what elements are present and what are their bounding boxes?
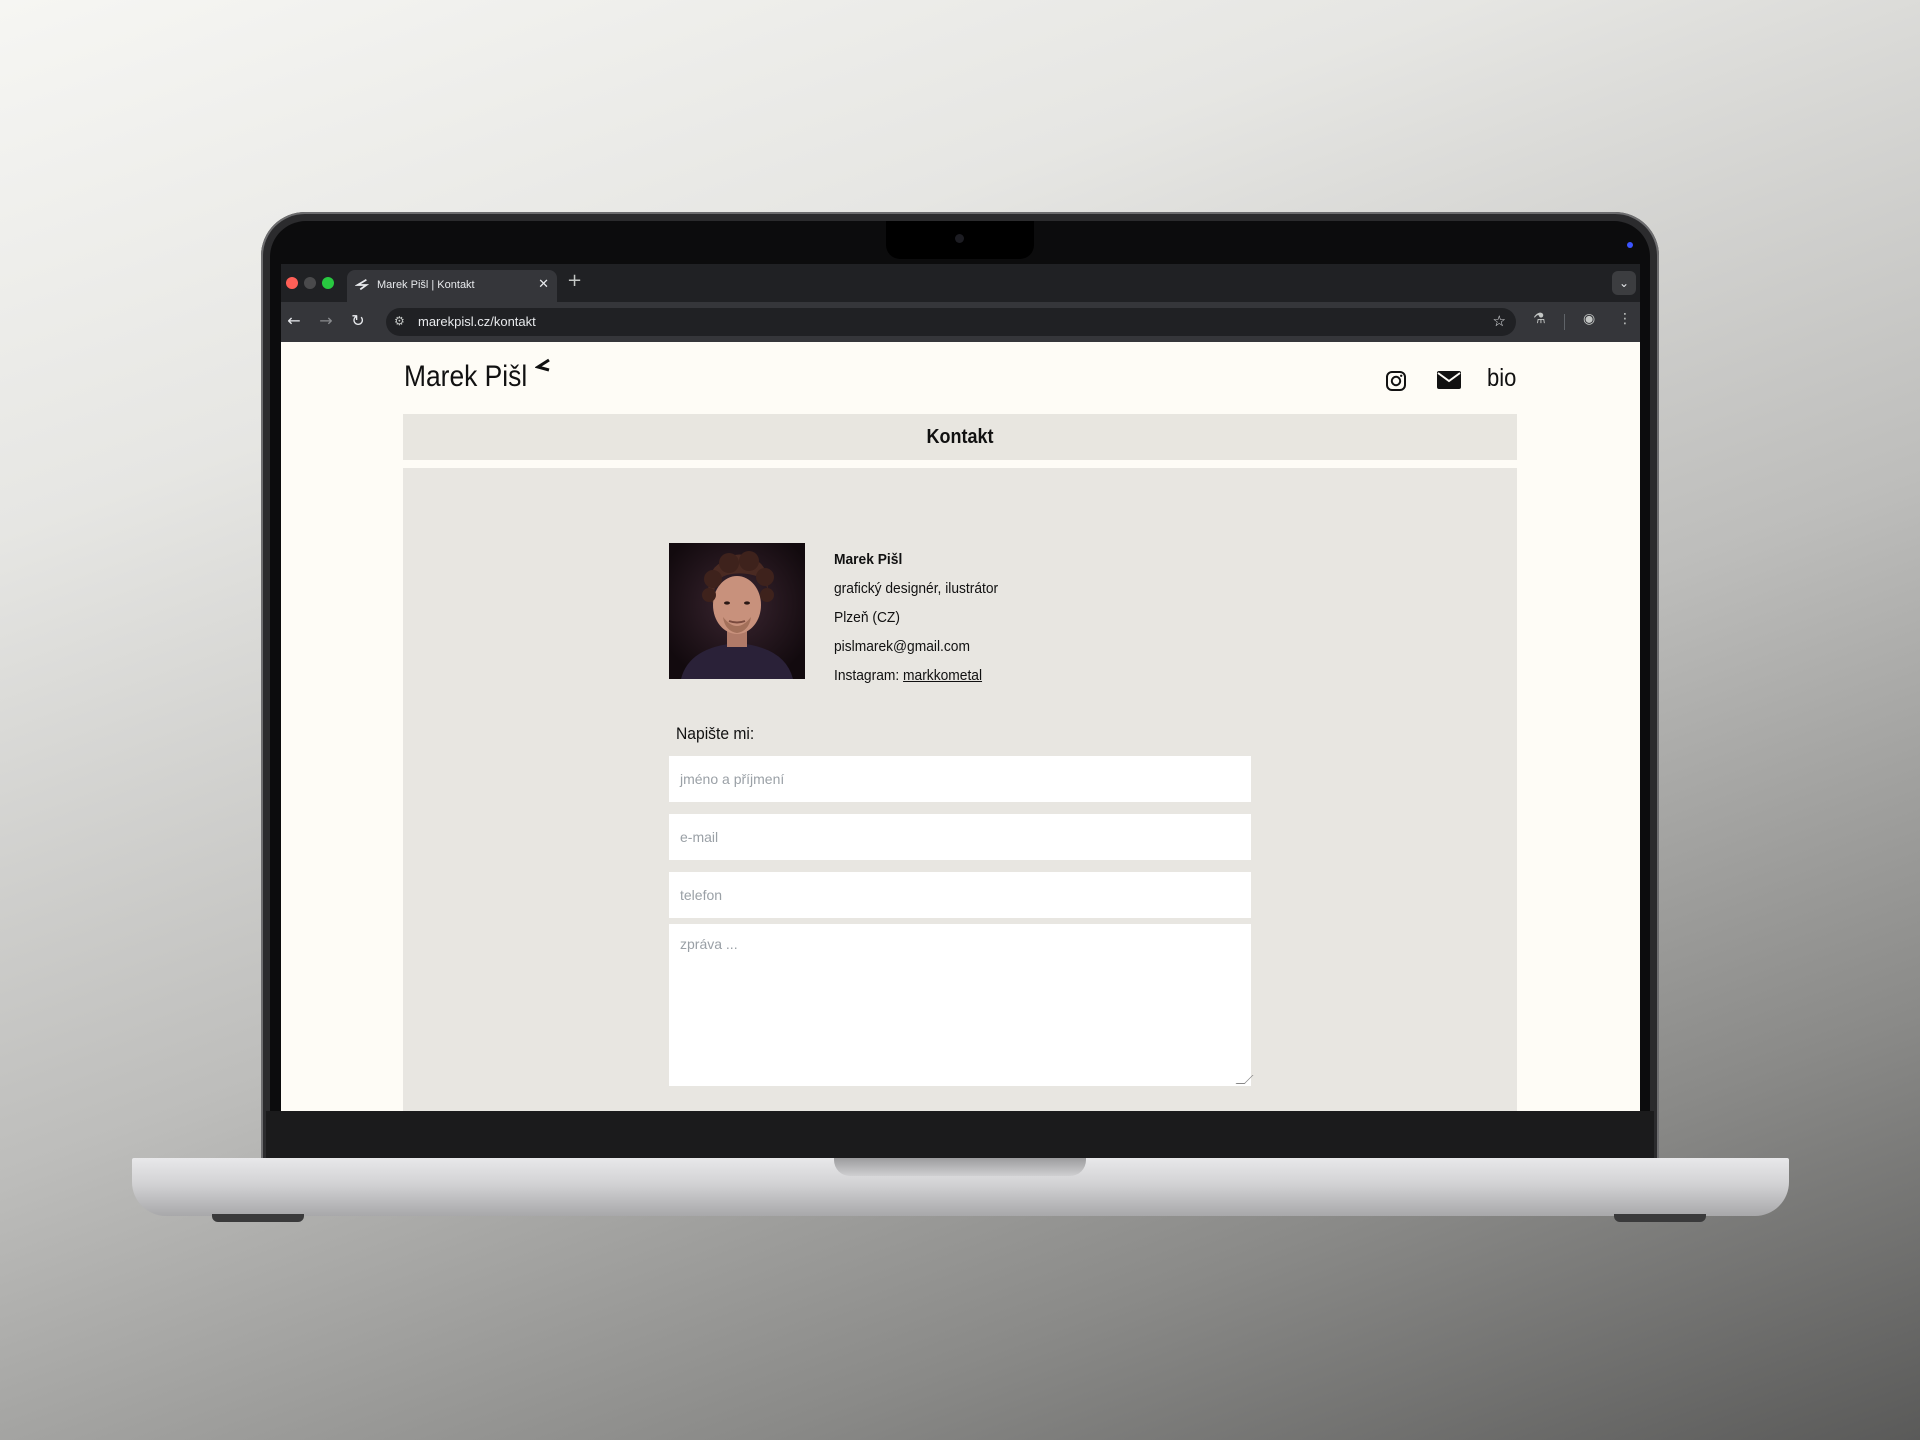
profile-icon[interactable]: ◉ [1583,311,1595,327]
toolbar-divider [1564,314,1565,330]
message-field[interactable]: zpráva ... [669,924,1254,1086]
contact-info: Marek Pišl grafický designér, ilustrátor… [834,545,998,690]
contact-section: Marek Pišl grafický designér, ilustrátor… [403,468,1517,1111]
base-notch [834,1158,1086,1176]
address-bar[interactable]: ⚙ marekpisl.cz/kontakt ☆ [386,308,1516,336]
contact-email[interactable]: pislmarek@gmail.com [834,632,998,661]
new-tab-button[interactable]: + [567,270,582,291]
reload-icon[interactable]: ↻ [347,311,369,330]
tab-bar: Marek Pišl | Kontakt ✕ + ⌄ [281,264,1640,302]
tab-kontakt[interactable]: Marek Pišl | Kontakt ✕ [347,270,557,302]
form-label: Napište mi: [676,724,755,743]
site-favicon-icon [355,278,369,291]
status-led [1627,242,1633,248]
site-logo[interactable]: Marek Pišl [404,360,527,394]
instagram-label: Instagram: [834,667,900,684]
browser-toolbar: ← → ↻ ⚙ marekpisl.cz/kontakt ☆ ⚗ ◉ ⋮ [281,302,1640,342]
url-text[interactable]: marekpisl.cz/kontakt [418,314,536,329]
email-field[interactable]: e-mail [669,814,1251,860]
laptop-chin [266,1111,1654,1159]
maximize-window-button[interactable] [322,277,334,289]
contact-city: Plzeň (CZ) [834,609,900,626]
phone-field[interactable]: telefon [669,872,1251,918]
laptop-foot-right [1614,1214,1706,1222]
logo-mark-icon [535,358,550,372]
menu-icon[interactable]: ⋮ [1618,311,1632,327]
contact-role: grafický designér, ilustrátor [834,580,999,597]
screen: Marek Pišl | Kontakt ✕ + ⌄ ← → ↻ ⚙ marek… [281,264,1640,1111]
back-icon[interactable]: ← [283,311,305,330]
contact-instagram: Instagram: markkometal [834,661,998,690]
laptop-foot-left [212,1214,304,1222]
tab-search-button[interactable]: ⌄ [1612,271,1636,295]
tab-title: Marek Pišl | Kontakt [377,279,475,291]
site-info-icon[interactable]: ⚙ [394,314,405,328]
resize-handle-icon[interactable] [1235,1075,1254,1084]
close-window-button[interactable] [286,277,298,289]
instagram-link[interactable]: markkometal [903,667,982,684]
message-placeholder: zpráva ... [680,936,738,952]
contact-name: Marek Pišl [834,551,903,568]
minimize-window-button[interactable] [304,277,316,289]
tab-close-icon[interactable]: ✕ [538,277,549,292]
instagram-icon[interactable] [1385,370,1407,392]
labs-icon[interactable]: ⚗ [1533,311,1546,327]
web-page: Marek Pišl bio Kontakt Marek Pišl grafic… [281,342,1640,1111]
page-title-band: Kontakt [403,414,1517,460]
camera [955,234,964,243]
avatar [669,543,805,679]
name-field[interactable]: jméno a příjmení [669,756,1251,802]
star-icon[interactable]: ☆ [1493,312,1506,330]
page-title: Kontakt [926,426,994,448]
forward-icon[interactable]: → [315,311,337,330]
mail-icon[interactable] [1436,370,1462,390]
nav-bio-link[interactable]: bio [1487,364,1516,393]
